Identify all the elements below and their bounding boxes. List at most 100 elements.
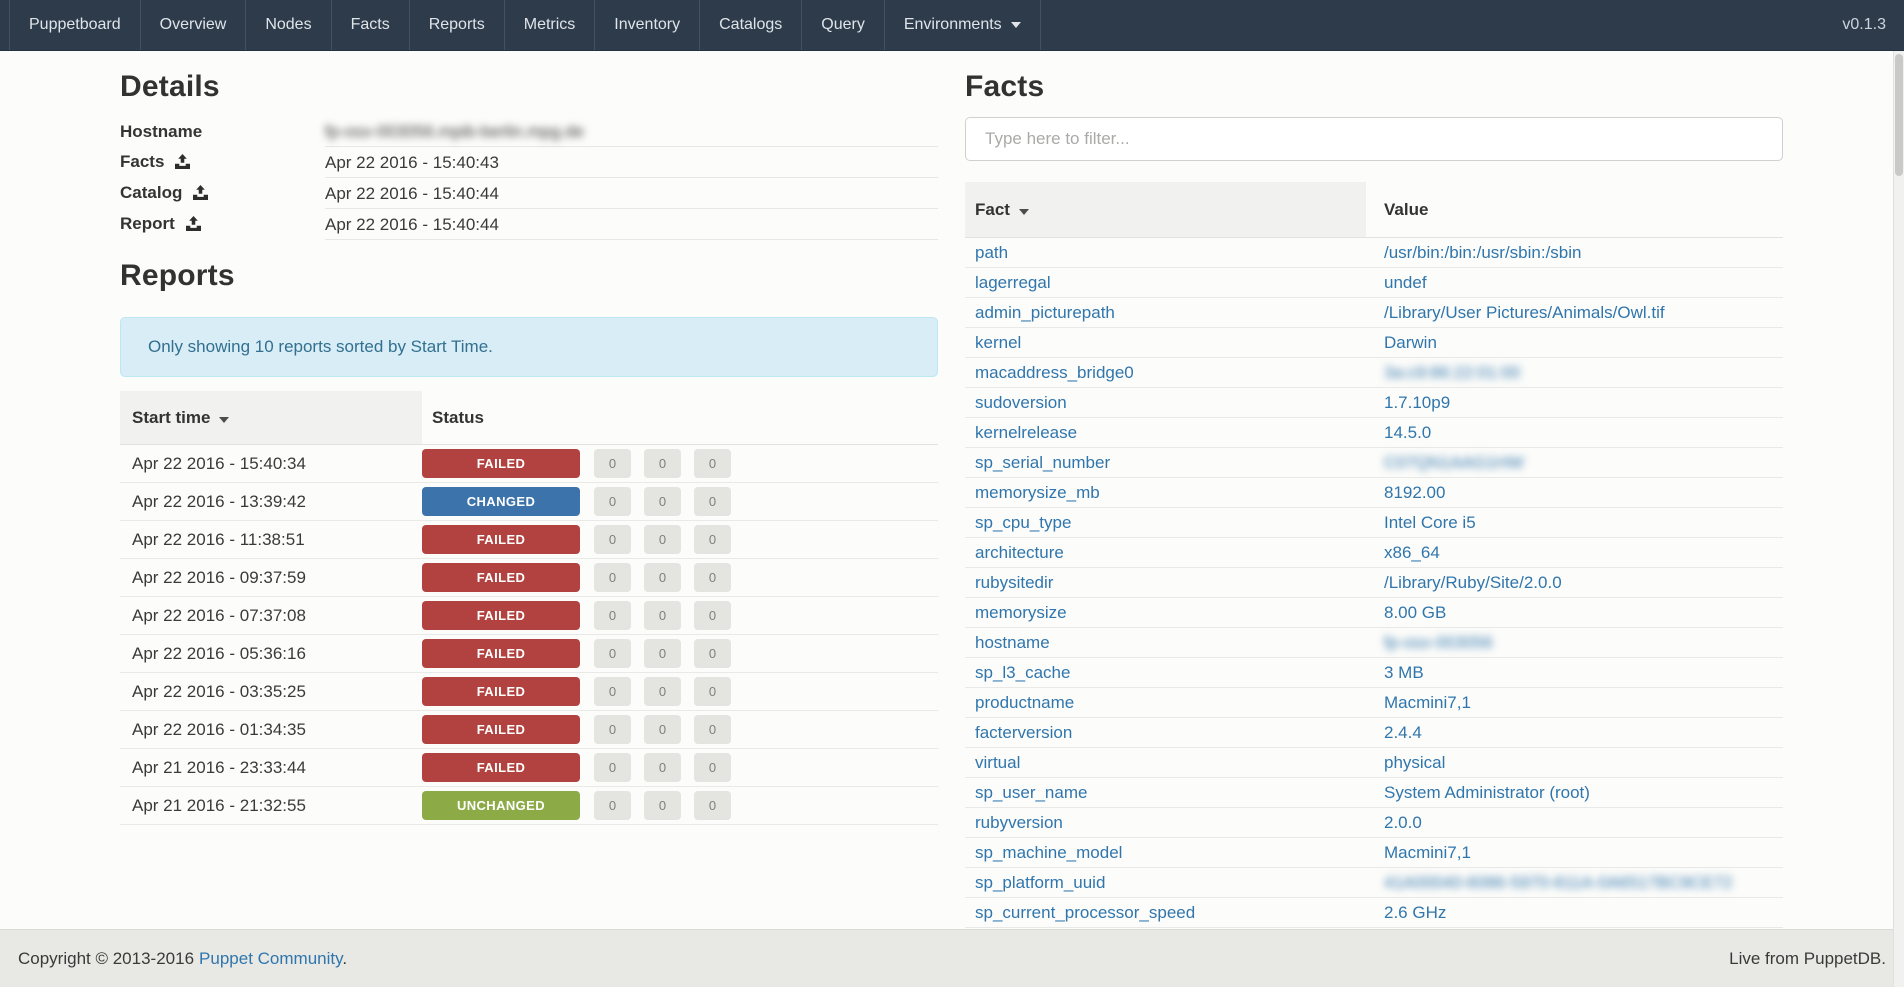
fact-name-link[interactable]: sp_cpu_type	[975, 513, 1071, 532]
fact-name-link[interactable]: hostname	[975, 633, 1050, 652]
puppet-community-link[interactable]: Puppet Community	[199, 949, 342, 968]
report-start-time: Apr 22 2016 - 05:36:16	[120, 635, 422, 673]
nav-item-label: Inventory	[614, 16, 680, 34]
fact-name-link[interactable]: sp_machine_model	[975, 843, 1122, 862]
count-badge: 0	[694, 791, 731, 820]
vertical-scrollbar-thumb[interactable]	[1895, 54, 1903, 176]
count-badge: 0	[694, 449, 731, 478]
fact-name-link[interactable]: rubysitedir	[975, 573, 1053, 592]
fact-value-link[interactable]: System Administrator (root)	[1384, 783, 1590, 802]
fact-name-link[interactable]: kernelrelease	[975, 423, 1077, 442]
count-badge: 0	[694, 677, 731, 706]
nav-item-query[interactable]: Query	[802, 0, 885, 50]
details-row-hostname: Hostname fp-osx-003056.mpib-berlin.mpg.d…	[120, 117, 938, 147]
nav-item-inventory[interactable]: Inventory	[595, 0, 700, 50]
nav-item-label: Reports	[429, 16, 485, 34]
nav-item-environments-dropdown[interactable]: Environments	[885, 0, 1041, 50]
fact-value-link[interactable]: Macmini7,1	[1384, 843, 1471, 862]
status-badge: FAILED	[422, 563, 580, 592]
fact-row: virtual physical	[965, 748, 1783, 778]
copyright-text: Copyright © 2013-2016Puppet Community.	[18, 949, 347, 969]
fact-value-link[interactable]: 8192.00	[1384, 483, 1445, 502]
nav-item-label: Overview	[160, 16, 227, 34]
start-time-sort-header[interactable]: Start time	[120, 391, 422, 445]
fact-name-link[interactable]: path	[975, 243, 1008, 262]
upload-icon	[175, 154, 190, 173]
fact-value-link[interactable]: x86_64	[1384, 543, 1440, 562]
vertical-scrollbar-track[interactable]	[1893, 51, 1904, 987]
count-badge: 0	[644, 487, 681, 516]
fact-name-link[interactable]: sp_serial_number	[975, 453, 1110, 472]
fact-name-link[interactable]: admin_picturepath	[975, 303, 1115, 322]
fact-row: sp_serial_number C07QN1AAG1HW	[965, 448, 1783, 478]
fact-value-link-blurred[interactable]: C07QN1AAG1HW	[1384, 453, 1524, 472]
caret-down-icon	[219, 417, 229, 423]
fact-name-link[interactable]: sp_l3_cache	[975, 663, 1070, 682]
nav-brand-label: Puppetboard	[29, 16, 121, 34]
reports-header-row: Start time Status	[120, 391, 938, 445]
fact-name-link[interactable]: sudoversion	[975, 393, 1067, 412]
details-heading: Details	[120, 70, 938, 104]
details-table: Hostname fp-osx-003056.mpib-berlin.mpg.d…	[120, 117, 938, 240]
facts-timestamp: Apr 22 2016 - 15:40:43	[325, 153, 499, 172]
count-badge: 0	[694, 487, 731, 516]
report-row: Apr 22 2016 - 11:38:51 FAILED 0 0 0	[120, 521, 938, 559]
nav-item-metrics[interactable]: Metrics	[505, 0, 596, 50]
fact-row: rubyversion 2.0.0	[965, 808, 1783, 838]
fact-value-link[interactable]: 2.6 GHz	[1384, 903, 1446, 922]
fact-value-link[interactable]: Intel Core i5	[1384, 513, 1476, 532]
facts-filter-input[interactable]	[965, 117, 1783, 161]
fact-value-link-blurred[interactable]: 41A00040-6086-5970-811A-0A6517BC9CE72	[1384, 873, 1732, 892]
nav-brand[interactable]: Puppetboard	[9, 0, 141, 50]
fact-value-link[interactable]: 2.4.4	[1384, 723, 1422, 742]
fact-name-link[interactable]: sp_current_processor_speed	[975, 903, 1195, 922]
fact-value-link-blurred[interactable]: 3a:c9:86:22:01:00	[1384, 363, 1520, 382]
fact-sort-header[interactable]: Fact	[965, 182, 1366, 238]
fact-value-link[interactable]: undef	[1384, 273, 1427, 292]
fact-name-link[interactable]: facterversion	[975, 723, 1072, 742]
fact-name-link[interactable]: memorysize_mb	[975, 483, 1100, 502]
count-badge: 0	[644, 639, 681, 668]
fact-name-link[interactable]: kernel	[975, 333, 1021, 352]
fact-name-link[interactable]: productname	[975, 693, 1074, 712]
nav-item-catalogs[interactable]: Catalogs	[700, 0, 802, 50]
value-header: Value	[1366, 182, 1783, 238]
report-start-time: Apr 22 2016 - 03:35:25	[120, 673, 422, 711]
fact-name-link[interactable]: sp_user_name	[975, 783, 1087, 802]
fact-value-link[interactable]: Macmini7,1	[1384, 693, 1471, 712]
fact-name-link[interactable]: sp_platform_uuid	[975, 873, 1105, 892]
status-badge: CHANGED	[422, 487, 580, 516]
nav-item-facts[interactable]: Facts	[332, 0, 410, 50]
fact-name-link[interactable]: architecture	[975, 543, 1064, 562]
fact-value-link[interactable]: 1.7.10p9	[1384, 393, 1450, 412]
count-badge: 0	[694, 601, 731, 630]
copyright-prefix: Copyright © 2013-2016	[18, 949, 194, 968]
fact-value-link[interactable]: 3 MB	[1384, 663, 1424, 682]
count-badge: 0	[644, 753, 681, 782]
fact-name-link[interactable]: rubyversion	[975, 813, 1063, 832]
count-badge: 0	[594, 449, 631, 478]
status-badge: FAILED	[422, 639, 580, 668]
fact-name-link[interactable]: virtual	[975, 753, 1020, 772]
fact-value-link[interactable]: 14.5.0	[1384, 423, 1431, 442]
report-start-time: Apr 22 2016 - 07:37:08	[120, 597, 422, 635]
fact-value-link[interactable]: 8.00 GB	[1384, 603, 1446, 622]
count-badge: 0	[644, 449, 681, 478]
fact-value-link[interactable]: /usr/bin:/bin:/usr/sbin:/sbin	[1384, 243, 1581, 262]
fact-name-link[interactable]: macaddress_bridge0	[975, 363, 1134, 382]
fact-name-link[interactable]: memorysize	[975, 603, 1067, 622]
fact-value-link[interactable]: physical	[1384, 753, 1445, 772]
fact-name-link[interactable]: lagerregal	[975, 273, 1051, 292]
count-badge: 0	[694, 525, 731, 554]
nav-item-reports[interactable]: Reports	[410, 0, 505, 50]
nav-item-overview[interactable]: Overview	[141, 0, 247, 50]
fact-value-link-blurred[interactable]: fp-osx-003056	[1384, 633, 1493, 652]
nav-item-nodes[interactable]: Nodes	[246, 0, 331, 50]
fact-value-link[interactable]: 2.0.0	[1384, 813, 1422, 832]
count-badge: 0	[644, 791, 681, 820]
fact-value-link[interactable]: Darwin	[1384, 333, 1437, 352]
report-start-time: Apr 21 2016 - 23:33:44	[120, 749, 422, 787]
fact-value-link[interactable]: /Library/User Pictures/Animals/Owl.tif	[1384, 303, 1665, 322]
fact-value-link[interactable]: /Library/Ruby/Site/2.0.0	[1384, 573, 1562, 592]
details-row-facts: Facts Apr 22 2016 - 15:40:43	[120, 147, 938, 178]
